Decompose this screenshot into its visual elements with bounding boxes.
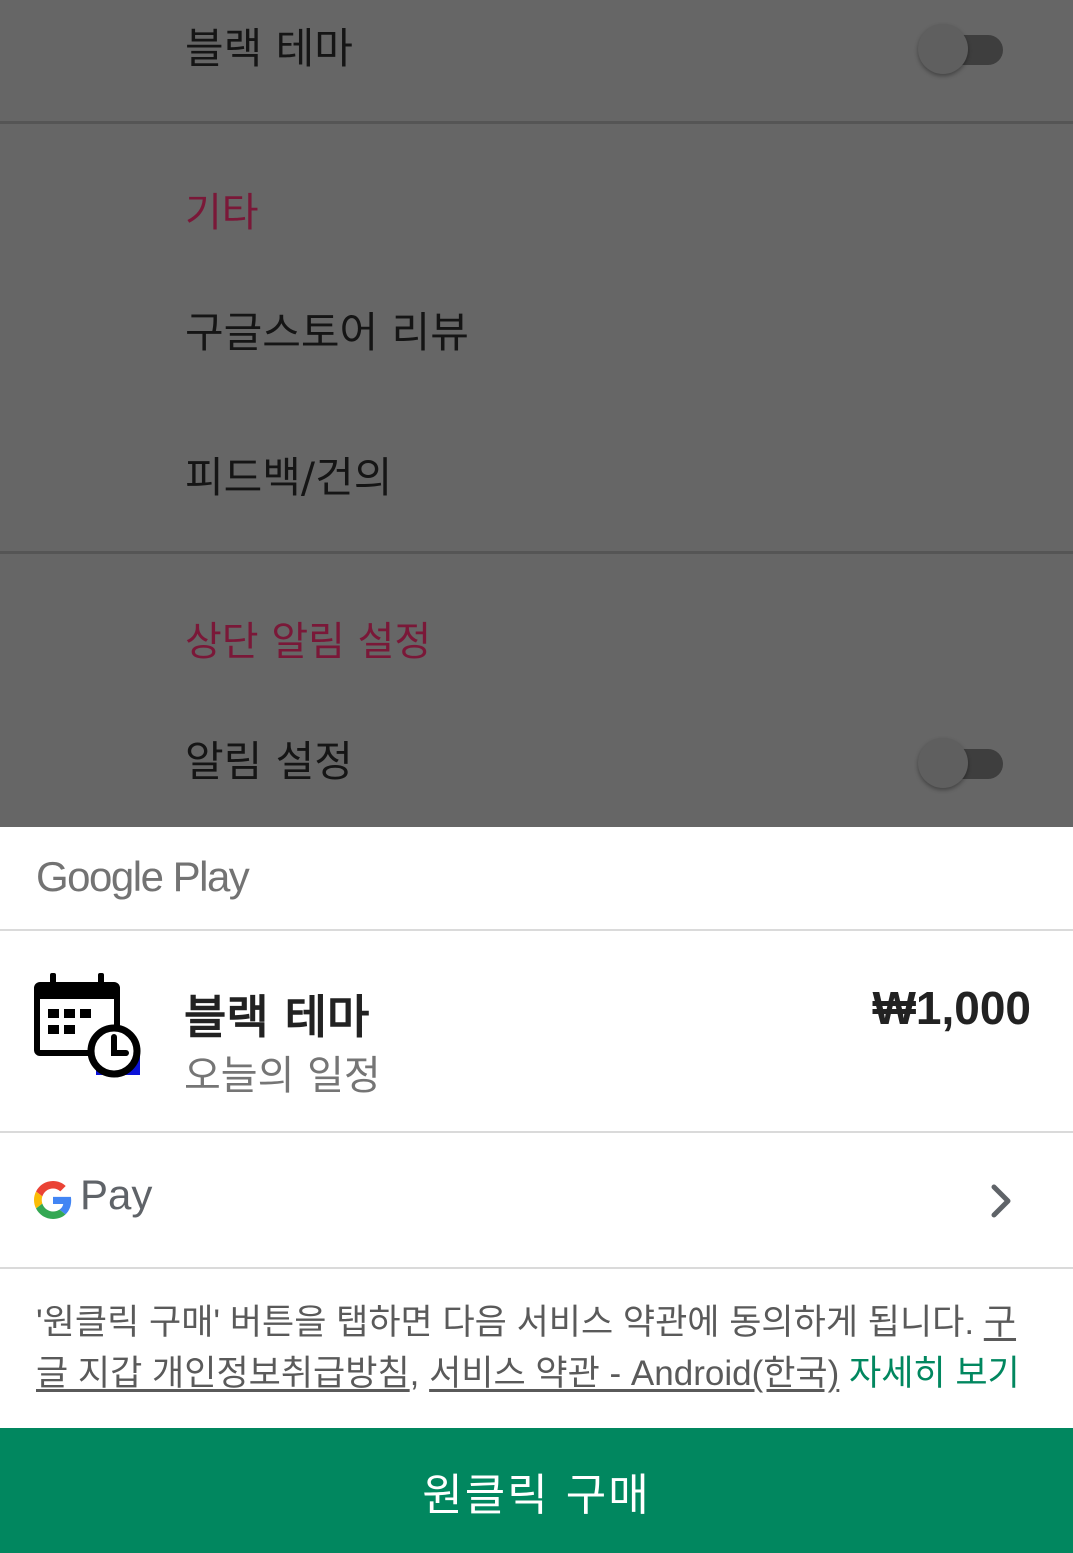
black-theme-label: 블랙 테마 (185, 24, 353, 73)
terms-of-service-link[interactable]: 서비스 약관 - Android(한국) (429, 1354, 839, 1393)
section-divider (0, 551, 1073, 554)
purchase-bottom-sheet: Google Play 블랙 테마 오늘의 일정 ₩1,000 Pay '원클릭… (0, 827, 1073, 1553)
learn-more-link[interactable]: 자세히 보기 (849, 1354, 1020, 1393)
terms-text: '원클릭 구매' 버튼을 탭하면 다음 서비스 약관에 동의하게 됩니다. (36, 1303, 984, 1342)
section-header-top-notification: 상단 알림 설정 (185, 619, 432, 665)
product-details: 블랙 테마 오늘의 일정 ₩1,000 (0, 931, 1073, 1133)
terms-notice: '원클릭 구매' 버튼을 탭하면 다음 서비스 약관에 동의하게 됩니다. 구글… (36, 1297, 1036, 1399)
notification-toggle[interactable] (918, 737, 1004, 789)
product-app-name: 오늘의 일정 (184, 1053, 381, 1099)
payment-method-row[interactable]: Pay (0, 1133, 1073, 1269)
section-divider (0, 121, 1073, 124)
terms-separator: , (409, 1354, 430, 1393)
google-g-icon (34, 1181, 72, 1219)
google-pay-label: Pay (80, 1171, 153, 1218)
one-click-buy-button[interactable]: 원클릭 구매 (0, 1428, 1073, 1553)
black-theme-toggle[interactable] (918, 23, 1004, 75)
calendar-clock-icon (34, 973, 141, 1078)
feedback-item[interactable]: 피드백/건의 (185, 457, 392, 499)
product-title: 블랙 테마 (184, 990, 370, 1044)
chevron-right-icon[interactable] (982, 1179, 1022, 1223)
notification-setting-label: 알림 설정 (185, 737, 353, 786)
terms-space (839, 1354, 849, 1393)
settings-screen: 블랙 테마 기타 구글스토어 리뷰 피드백/건의 상단 알림 설정 알림 설정 (0, 0, 1073, 827)
google-play-logo: Google Play (36, 853, 250, 900)
google-store-review-item[interactable]: 구글스토어 리뷰 (185, 312, 469, 354)
section-header-other: 기타 (185, 190, 259, 236)
google-play-header: Google Play (0, 827, 1073, 931)
toggle-thumb (918, 738, 968, 788)
toggle-thumb (918, 24, 968, 74)
product-price: ₩1,000 (872, 982, 1031, 1034)
